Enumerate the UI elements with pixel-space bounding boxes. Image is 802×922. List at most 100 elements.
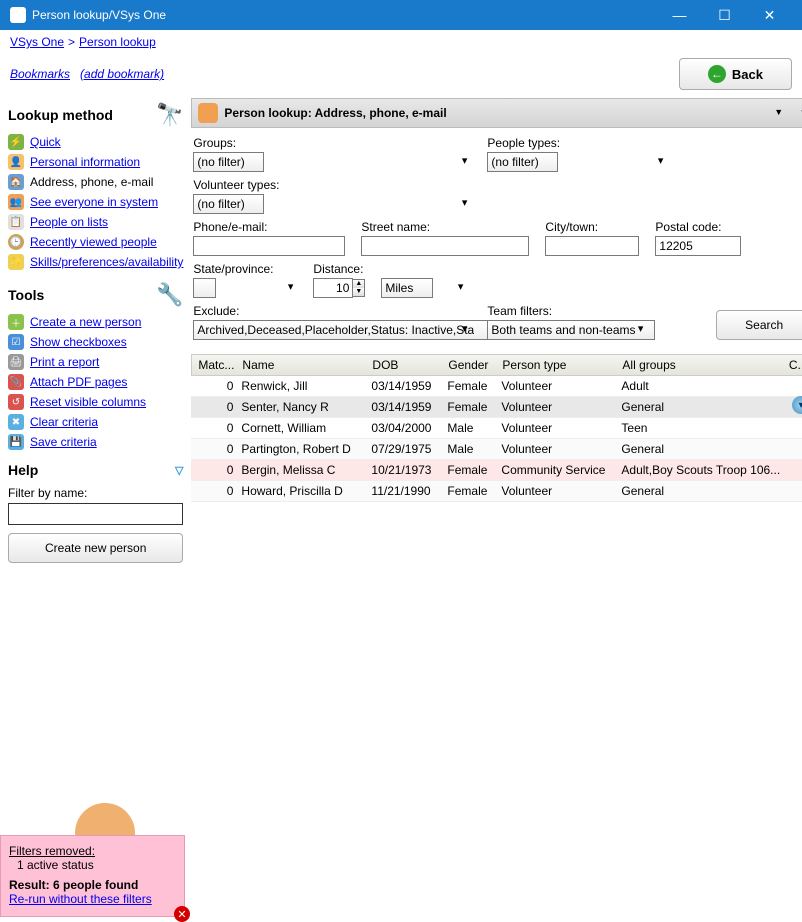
groups-select[interactable]: (no filter): [193, 152, 264, 172]
nav-skills[interactable]: ✨Skills/preferences/availability: [8, 252, 183, 272]
state-province-label: State/province:: [193, 262, 297, 276]
filter-by-name-input[interactable]: [8, 503, 183, 525]
table-row[interactable]: 0Renwick, Jill03/14/1959FemaleVolunteerA…: [191, 376, 802, 397]
maximize-button[interactable]: ☐: [702, 0, 747, 30]
filters: Groups: (no filter) People types: (no fi…: [191, 128, 802, 350]
col-gender[interactable]: Gender: [444, 355, 498, 375]
phone-email-input[interactable]: [193, 236, 345, 256]
breadcrumb-current[interactable]: Person lookup: [79, 35, 156, 49]
bookmarks-bar: Bookmarks (add bookmark): [10, 67, 164, 81]
people-types-label: People types:: [487, 136, 667, 150]
distance-unit-select[interactable]: Miles: [381, 278, 433, 298]
col-name[interactable]: Name: [238, 355, 368, 375]
breadcrumb-sep: >: [68, 35, 75, 49]
distance-spinner[interactable]: ▲▼: [353, 279, 365, 297]
state-province-select[interactable]: [193, 278, 216, 298]
nav-quick[interactable]: ⚡Quick: [8, 132, 183, 152]
add-bookmark-link[interactable]: (add bookmark): [80, 67, 164, 81]
filter-funnel-icon[interactable]: ▾: [792, 396, 802, 414]
printer-icon: 🖨: [8, 354, 24, 370]
table-row[interactable]: 0Bergin, Melissa C10/21/1973FemaleCommun…: [191, 460, 802, 481]
bookmarks-link[interactable]: Bookmarks: [10, 67, 70, 81]
sidebar: Lookup method 🔭 ⚡Quick 👤Personal informa…: [0, 98, 191, 703]
distance-input[interactable]: [313, 278, 353, 298]
volunteer-types-label: Volunteer types:: [193, 178, 471, 192]
distance-label: Distance:: [313, 262, 365, 276]
col-all-groups[interactable]: All groups: [618, 355, 783, 375]
exclude-label: Exclude:: [193, 304, 471, 318]
street-name-input[interactable]: [361, 236, 529, 256]
notice-line2: 1 active status: [9, 858, 176, 872]
notice-close-icon[interactable]: ✕: [174, 906, 190, 922]
clear-icon: ✖: [8, 414, 24, 430]
lookup-method-heading: Lookup method 🔭: [8, 102, 183, 128]
exclude-select[interactable]: Archived,Deceased,Placeholder,Status: In…: [193, 320, 493, 340]
back-button-label: Back: [732, 67, 763, 82]
tool-clear-criteria[interactable]: ✖Clear criteria: [8, 412, 183, 432]
tool-create-person[interactable]: ＋Create a new person: [8, 312, 183, 332]
panel-title: Person lookup: Address, phone, e-mail: [224, 106, 446, 120]
notice-line1: Filters removed:: [9, 844, 176, 858]
postal-code-label: Postal code:: [655, 220, 741, 234]
chevron-down-icon: ▽: [175, 464, 183, 477]
minimize-button[interactable]: —: [657, 0, 702, 30]
save-icon: 💾: [8, 434, 24, 450]
groups-label: Groups:: [193, 136, 471, 150]
table-row[interactable]: 0Partington, Robert D07/29/1975MaleVolun…: [191, 439, 802, 460]
panel-dropdown-icon[interactable]: ▼: [774, 107, 783, 117]
tool-print-report[interactable]: 🖨Print a report: [8, 352, 183, 372]
breadcrumb-root[interactable]: VSys One: [10, 35, 64, 49]
panel-person-icon: [198, 103, 218, 123]
postal-code-input[interactable]: [655, 236, 741, 256]
table-row[interactable]: 0Senter, Nancy R03/14/1959FemaleVoluntee…: [191, 397, 802, 418]
reset-icon: ↺: [8, 394, 24, 410]
filter-by-name-label: Filter by name:: [8, 486, 183, 500]
nav-everyone[interactable]: 👥See everyone in system: [8, 192, 183, 212]
wand-icon: ✨: [8, 254, 24, 270]
nav-address[interactable]: 🏠Address, phone, e-mail: [8, 172, 183, 192]
tool-attach-pdf[interactable]: 📎Attach PDF pages: [8, 372, 183, 392]
volunteer-types-select[interactable]: (no filter): [193, 194, 264, 214]
app-icon: ✔: [10, 7, 26, 23]
city-town-label: City/town:: [545, 220, 639, 234]
person-icon: 👤: [8, 154, 24, 170]
nav-recently-viewed[interactable]: 🕒Recently viewed people: [8, 232, 183, 252]
wrench-icon: 🔧: [156, 282, 183, 308]
people-types-select[interactable]: (no filter): [487, 152, 558, 172]
col-dob[interactable]: DOB: [368, 355, 444, 375]
tools-heading: Tools 🔧: [8, 282, 183, 308]
tool-save-criteria[interactable]: 💾Save criteria: [8, 432, 183, 452]
binoculars-icon: 🔭: [156, 102, 183, 128]
street-name-label: Street name:: [361, 220, 529, 234]
house-icon: 🏠: [8, 174, 24, 190]
titlebar: ✔ Person lookup/VSys One — ☐ ✕: [0, 0, 802, 30]
nav-people-on-lists[interactable]: 📋People on lists: [8, 212, 183, 232]
back-button[interactable]: ← Back: [679, 58, 792, 90]
notice-result: Result: 6 people found: [9, 878, 176, 892]
grid-header[interactable]: Matc... Name DOB Gender Person type All …: [191, 354, 802, 376]
window-title: Person lookup/VSys One: [32, 8, 657, 22]
team-filters-select[interactable]: Both teams and non-teams: [487, 320, 655, 340]
checkbox-icon: ☑: [8, 334, 24, 350]
clock-icon: 🕒: [8, 234, 24, 250]
table-row[interactable]: 0Howard, Priscilla D11/21/1990FemaleVolu…: [191, 481, 802, 502]
col-person-type[interactable]: Person type: [498, 355, 618, 375]
phone-email-label: Phone/e-mail:: [193, 220, 345, 234]
tool-reset-columns[interactable]: ↺Reset visible columns: [8, 392, 183, 412]
new-person-icon: ＋: [8, 314, 24, 330]
nav-personal-info[interactable]: 👤Personal information: [8, 152, 183, 172]
help-heading[interactable]: Help ▽: [8, 462, 183, 478]
col-match[interactable]: Matc...: [192, 355, 238, 375]
content: Person lookup: Address, phone, e-mail ▼ …: [191, 98, 802, 703]
search-button[interactable]: Search: [716, 310, 802, 340]
rerun-link[interactable]: Re-run without these filters: [9, 892, 152, 906]
lightning-icon: ⚡: [8, 134, 24, 150]
city-town-input[interactable]: [545, 236, 639, 256]
table-row[interactable]: 0Cornett, William03/04/2000MaleVolunteer…: [191, 418, 802, 439]
results-grid: Matc... Name DOB Gender Person type All …: [191, 354, 802, 502]
col-c[interactable]: C...: [783, 355, 802, 375]
tool-show-checkboxes[interactable]: ☑Show checkboxes: [8, 332, 183, 352]
create-new-person-button[interactable]: Create new person: [8, 533, 183, 563]
close-button[interactable]: ✕: [747, 0, 792, 30]
list-icon: 📋: [8, 214, 24, 230]
